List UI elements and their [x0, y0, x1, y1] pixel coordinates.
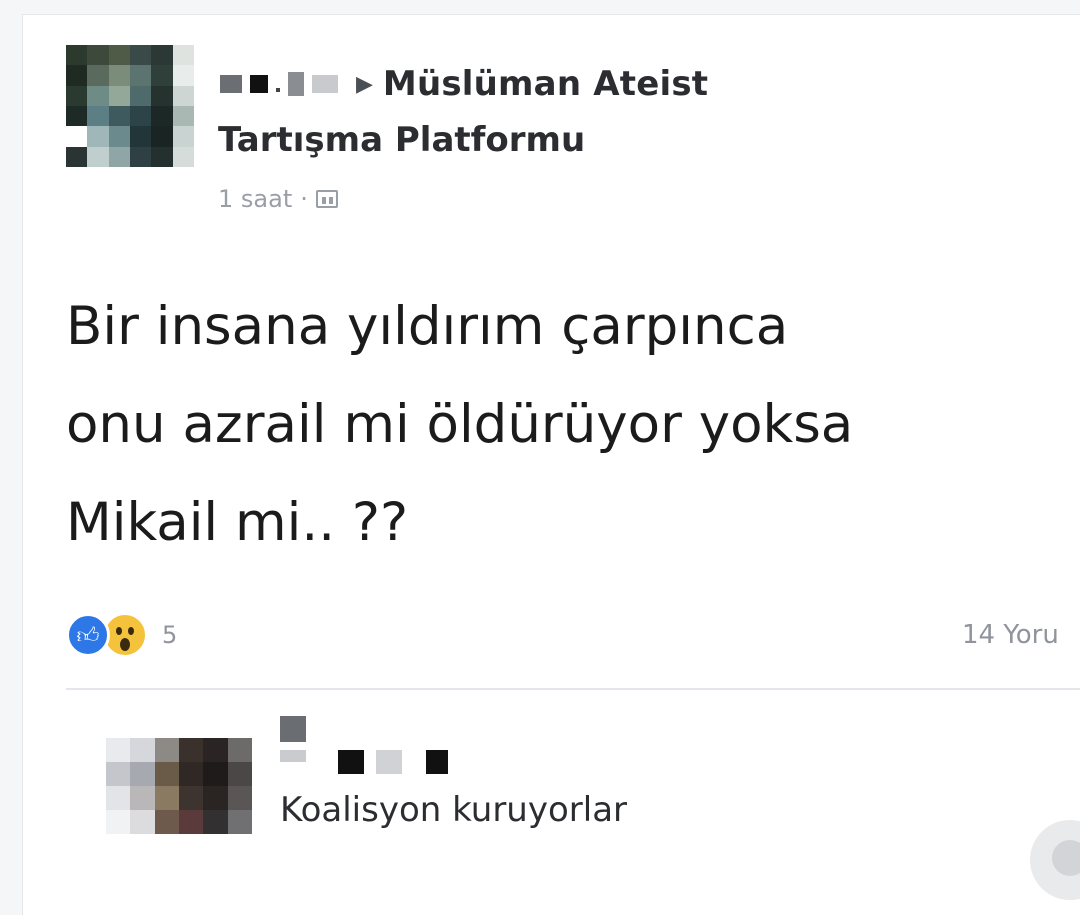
group-name-link-line2[interactable]: Tartışma Platformu [218, 120, 585, 160]
post-timestamp[interactable]: 1 saat [218, 185, 292, 213]
poster-name-censored[interactable] [220, 72, 338, 96]
poster-avatar[interactable] [66, 45, 194, 167]
meta-separator: · [300, 185, 308, 213]
post-header: ▶ Müslüman Ateist [220, 62, 708, 106]
comment-text: Koalisyon kuruyorlar [280, 790, 628, 830]
like-reaction-icon: 👍︎ [66, 613, 110, 657]
post-meta: 1 saat · [218, 185, 338, 213]
divider [66, 688, 1080, 690]
comment-count-link[interactable]: 14 Yoru [962, 620, 1059, 650]
reaction-count: 5 [162, 621, 178, 649]
share-arrow-icon: ▶ [356, 71, 373, 97]
commenter-avatar[interactable] [106, 738, 252, 834]
group-privacy-icon [315, 190, 338, 208]
post-body-text: Bir insana yıldırım çarpınca onu azrail … [66, 296, 854, 553]
group-name-link[interactable]: Müslüman Ateist [383, 64, 708, 104]
reactions-summary[interactable]: 👍︎ 5 [66, 612, 177, 658]
